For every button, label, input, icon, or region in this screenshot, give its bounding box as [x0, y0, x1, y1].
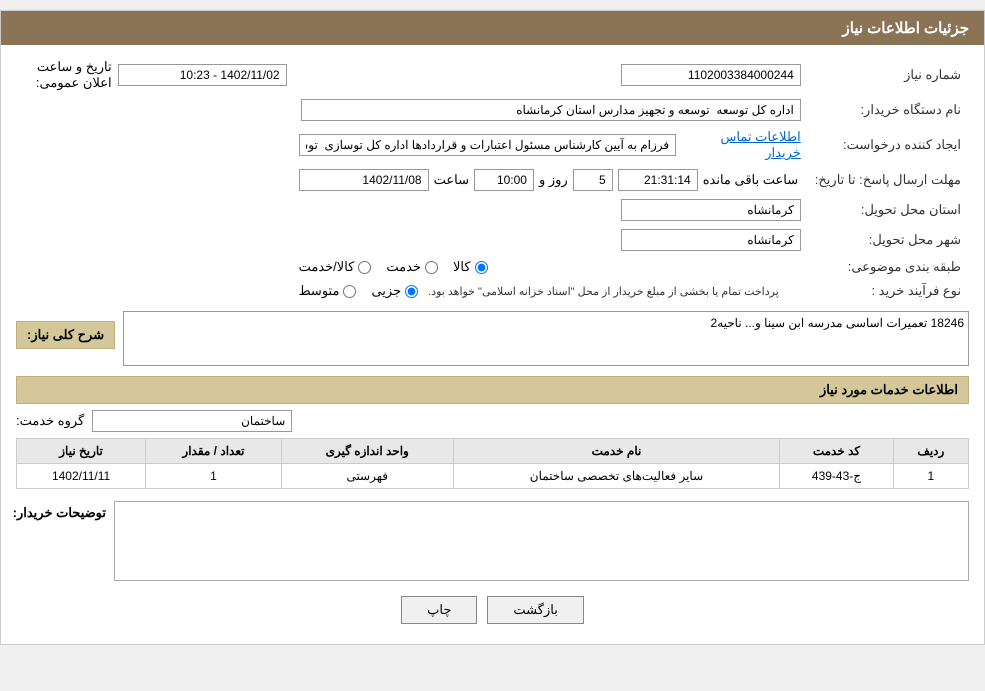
category-radio-2[interactable]: [425, 261, 438, 274]
page-title: جزئیات اطلاعات نیاز: [843, 20, 970, 37]
table-cell: 1402/11/11: [17, 464, 146, 489]
creator-label: ایجاد کننده درخواست:: [807, 125, 969, 165]
button-row: بازگشت چاپ: [16, 596, 969, 624]
table-cell: 1: [893, 464, 968, 489]
category-label-2: خدمت: [386, 259, 421, 275]
top-info-grid: شماره نیاز تاریخ و ساعت اعلان عمومی: نام…: [16, 55, 969, 303]
province-value: [293, 195, 807, 225]
deadline-date-input[interactable]: [299, 169, 429, 191]
creator-row: ایجاد کننده درخواست: اطلاعات تماس خریدار: [16, 125, 969, 165]
service-table-body: 1ج-43-439سایر فعالیت‌های تخصصی ساختمانفه…: [17, 464, 969, 489]
buyer-org-row: نام دستگاه خریدار:: [16, 95, 969, 125]
buyer-org-input[interactable]: [301, 99, 801, 121]
day-label: روز و: [539, 172, 568, 188]
deadline-value: ساعت روز و ساعت باقی مانده: [293, 165, 807, 195]
creator-value: اطلاعات تماس خریدار: [293, 125, 807, 165]
deadline-time-input[interactable]: [474, 169, 534, 191]
description-textarea[interactable]: [123, 311, 969, 366]
service-table: ردیف کد خدمت نام خدمت واحد اندازه گیری ت…: [16, 438, 969, 489]
buyer-org-label: نام دستگاه خریدار:: [807, 95, 969, 125]
category-label: طبقه بندی موضوعی:: [807, 255, 969, 279]
category-label-1: کالا: [453, 259, 471, 275]
category-label-3: کالا/خدمت: [299, 259, 355, 275]
need-number-input[interactable]: [621, 64, 801, 86]
city-label: شهر محل تحویل:: [807, 225, 969, 255]
purchase-type-radio-group: متوسط جزیی: [299, 283, 419, 299]
province-row: استان محل تحویل:: [16, 195, 969, 225]
content-area: شماره نیاز تاریخ و ساعت اعلان عمومی: نام…: [1, 45, 984, 644]
deadline-row: مهلت ارسال پاسخ: تا تاریخ: ساعت روز و سا…: [16, 165, 969, 195]
col-header-row-num: ردیف: [893, 439, 968, 464]
category-radio-1[interactable]: [475, 261, 488, 274]
purchase-type-note: پرداخت تمام یا بخشی از مبلغ خریدار از مح…: [428, 285, 779, 298]
table-cell: ج-43-439: [780, 464, 893, 489]
buyer-note-textarea[interactable]: [114, 501, 969, 581]
category-option-3: کالا/خدمت: [299, 259, 372, 275]
contact-link[interactable]: اطلاعات تماس خریدار: [682, 129, 801, 161]
buyer-note-label: توضیحات خریدار:: [16, 501, 106, 521]
category-option-1: کالا: [453, 259, 488, 275]
purchase-type-radio-1[interactable]: [405, 285, 418, 298]
purchase-type-row: نوع فرآیند خرید : متوسط جزیی: [16, 279, 969, 303]
table-row: 1ج-43-439سایر فعالیت‌های تخصصی ساختمانفه…: [17, 464, 969, 489]
need-number-value: [293, 55, 807, 95]
deadline-remaining-input[interactable]: [618, 169, 698, 191]
col-header-code: کد خدمت: [780, 439, 893, 464]
page-header: جزئیات اطلاعات نیاز: [1, 11, 984, 45]
print-button[interactable]: چاپ: [401, 596, 477, 624]
creator-input[interactable]: [299, 134, 677, 156]
province-label: استان محل تحویل:: [807, 195, 969, 225]
purchase-type-option-1: جزیی: [371, 283, 418, 299]
purchase-type-radio-2[interactable]: [343, 285, 356, 298]
announcement-label: تاریخ و ساعت اعلان عمومی:: [22, 59, 112, 91]
need-number-label: شماره نیاز: [807, 55, 969, 95]
city-input[interactable]: [621, 229, 801, 251]
deadline-day-input[interactable]: [573, 169, 613, 191]
buyer-org-value: [293, 95, 807, 125]
purchase-type-label: نوع فرآیند خرید :: [807, 279, 969, 303]
table-header-row: ردیف کد خدمت نام خدمت واحد اندازه گیری ت…: [17, 439, 969, 464]
col-header-date: تاریخ نیاز: [17, 439, 146, 464]
buyer-note-row: توضیحات خریدار:: [16, 501, 969, 581]
col-header-qty: تعداد / مقدار: [146, 439, 282, 464]
main-container: جزئیات اطلاعات نیاز شماره نیاز تاریخ و س…: [0, 10, 985, 645]
description-section-title: شرح کلی نیاز:: [16, 321, 115, 349]
service-group-label: گروه خدمت:: [16, 413, 84, 429]
category-radio-group: کالا/خدمت خدمت کالا: [299, 259, 801, 275]
back-button[interactable]: بازگشت: [487, 596, 583, 624]
purchase-type-value: متوسط جزیی پرداخت تمام یا بخشی از مبلغ خ…: [293, 279, 807, 303]
deadline-label: مهلت ارسال پاسخ: تا تاریخ:: [807, 165, 969, 195]
service-group-input[interactable]: [92, 410, 292, 432]
table-cell: فهرستی: [281, 464, 453, 489]
purchase-type-label-1: جزیی: [371, 283, 401, 299]
city-value: [293, 225, 807, 255]
announcement-value-input[interactable]: [118, 64, 287, 86]
deadline-time-box: ساعت روز و ساعت باقی مانده: [299, 169, 801, 191]
table-cell: 1: [146, 464, 282, 489]
service-group-row: گروه خدمت:: [16, 410, 969, 432]
col-header-name: نام خدمت: [453, 439, 780, 464]
category-radio-3[interactable]: [358, 261, 371, 274]
purchase-type-option-2: متوسط: [299, 283, 357, 299]
category-option-2: خدمت: [386, 259, 438, 275]
col-header-unit: واحد اندازه گیری: [281, 439, 453, 464]
description-row: شرح کلی نیاز:: [16, 311, 969, 366]
remaining-label: ساعت باقی مانده: [703, 172, 798, 188]
category-value: کالا/خدمت خدمت کالا: [293, 255, 807, 279]
services-section-title: اطلاعات خدمات مورد نیاز: [16, 376, 969, 404]
purchase-type-label-2: متوسط: [299, 283, 340, 299]
time-label: ساعت: [434, 172, 469, 188]
need-number-row: شماره نیاز تاریخ و ساعت اعلان عمومی:: [16, 55, 969, 95]
category-row: طبقه بندی موضوعی: کالا/خدمت خدمت کالا: [16, 255, 969, 279]
table-cell: سایر فعالیت‌های تخصصی ساختمان: [453, 464, 780, 489]
province-input[interactable]: [621, 199, 801, 221]
city-row: شهر محل تحویل:: [16, 225, 969, 255]
announcement-section: تاریخ و ساعت اعلان عمومی:: [16, 55, 293, 95]
